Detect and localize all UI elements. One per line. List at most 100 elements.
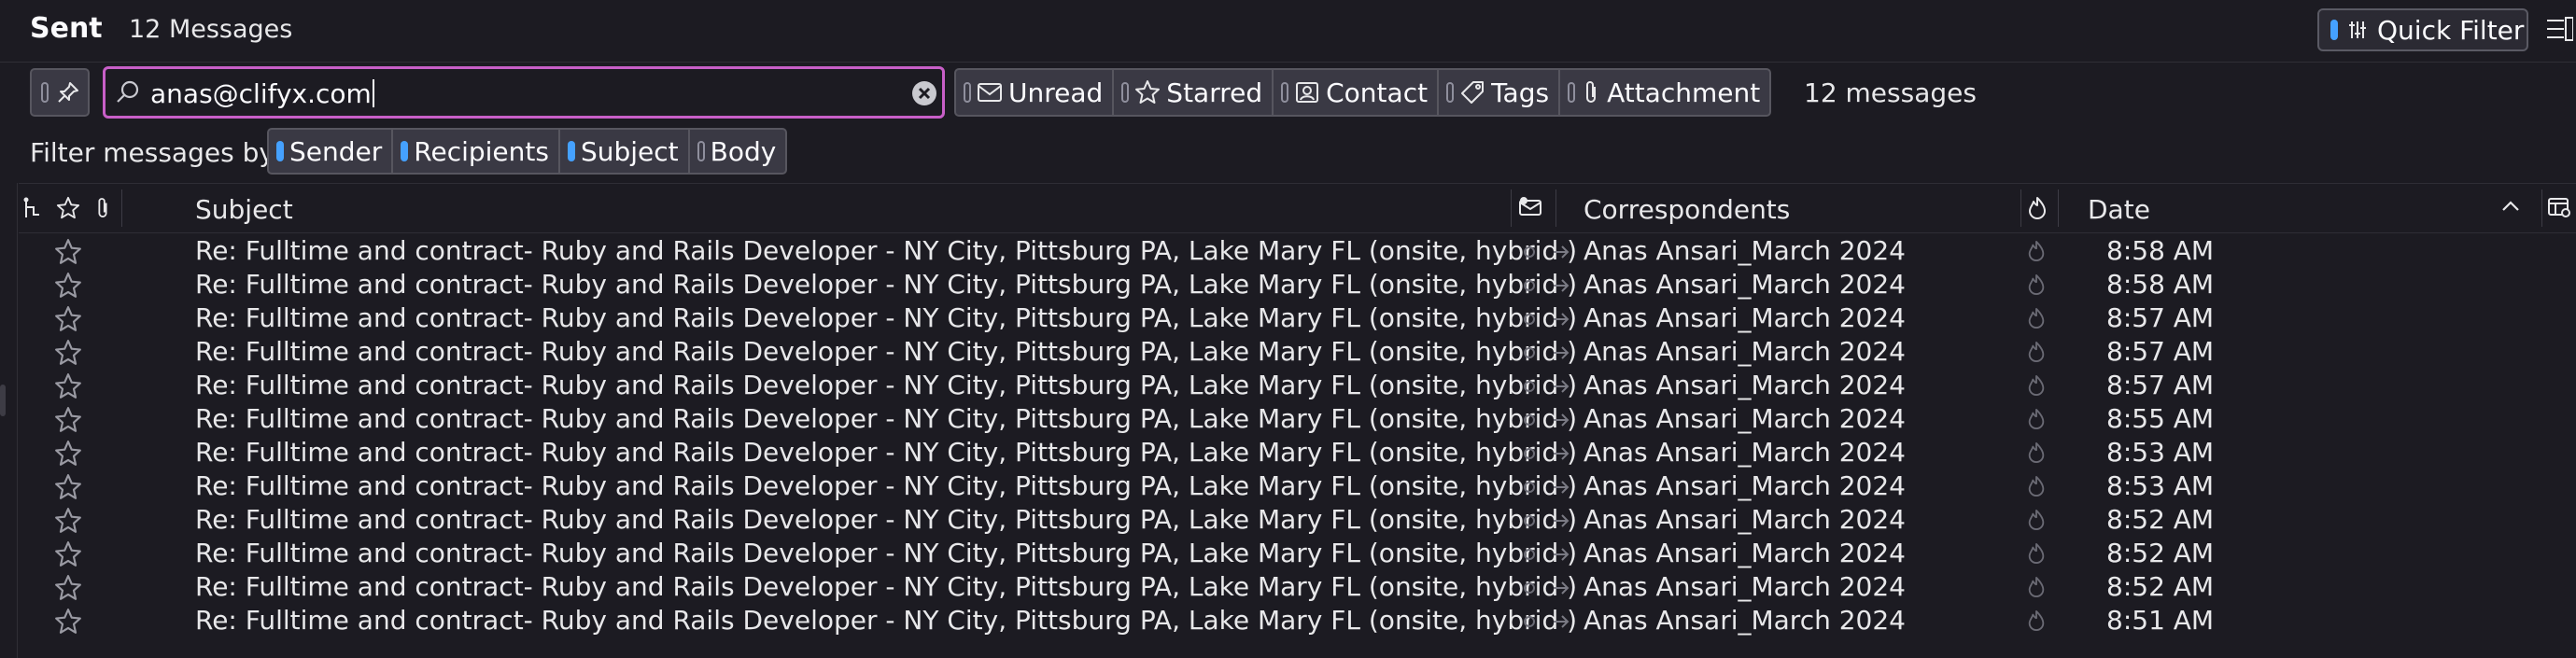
column-divider[interactable] xyxy=(2541,189,2542,227)
arrow-right-icon xyxy=(1550,543,1572,566)
junk-flame-icon[interactable] xyxy=(2026,441,2047,464)
read-status-dot-icon[interactable] xyxy=(1524,347,1535,358)
starred-filter-label: Starred xyxy=(1166,77,1263,108)
folder-name: Sent xyxy=(30,12,103,45)
star-icon[interactable] xyxy=(54,440,82,468)
unread-filter-button[interactable]: Unread xyxy=(954,68,1115,117)
pane-resize-handle[interactable] xyxy=(0,385,6,416)
message-correspondent: Anas Ansari_March 2024 xyxy=(1584,336,1906,367)
message-row[interactable]: Re: Fulltime and contract- Ruby and Rail… xyxy=(19,605,2576,638)
toggle-indicator xyxy=(401,141,409,161)
date-column-header[interactable]: Date xyxy=(2088,194,2150,225)
read-status-dot-icon[interactable] xyxy=(1524,414,1535,426)
message-date: 8:52 AM xyxy=(2106,571,2215,602)
junk-flame-icon[interactable] xyxy=(2026,542,2047,565)
message-count: 12 Messages xyxy=(129,15,293,44)
filter-by-label: Filter messages by: xyxy=(30,137,282,168)
star-column-icon[interactable] xyxy=(56,196,80,220)
attachment-filter-button[interactable]: Attachment xyxy=(1558,68,1772,117)
unread-column-icon[interactable] xyxy=(1518,196,1542,218)
paperclip-icon xyxy=(1581,79,1601,105)
search-input-value[interactable]: anas@clifyx.com xyxy=(150,78,374,109)
junk-flame-icon[interactable] xyxy=(2026,609,2047,632)
read-status-dot-icon[interactable] xyxy=(1524,280,1535,291)
column-divider[interactable] xyxy=(1511,189,1512,227)
message-row[interactable]: Re: Fulltime and contract- Ruby and Rail… xyxy=(19,235,2576,269)
star-icon[interactable] xyxy=(54,473,82,501)
junk-flame-icon[interactable] xyxy=(2026,509,2047,531)
filter-by-recipients-button[interactable]: Recipients xyxy=(391,128,560,175)
correspondents-column-header[interactable]: Correspondents xyxy=(1584,194,1790,225)
filter-by-subject-button[interactable]: Subject xyxy=(557,128,690,175)
junk-flame-icon[interactable] xyxy=(2026,374,2047,397)
contact-filter-button[interactable]: Contact xyxy=(1272,68,1440,117)
arrow-right-icon xyxy=(1550,510,1572,532)
read-status-dot-icon[interactable] xyxy=(1524,448,1535,459)
sticky-filter-button[interactable] xyxy=(30,68,90,117)
read-status-dot-icon[interactable] xyxy=(1524,314,1535,325)
message-row[interactable]: Re: Fulltime and contract- Ruby and Rail… xyxy=(19,336,2576,370)
read-status-dot-icon[interactable] xyxy=(1524,616,1535,627)
star-icon[interactable] xyxy=(54,574,82,602)
message-row[interactable]: Re: Fulltime and contract- Ruby and Rail… xyxy=(19,470,2576,504)
attachment-column-icon[interactable] xyxy=(93,196,112,220)
star-icon[interactable] xyxy=(54,608,82,636)
starred-filter-button[interactable]: Starred xyxy=(1112,68,1274,117)
message-subject: Re: Fulltime and contract- Ruby and Rail… xyxy=(195,403,1578,434)
star-icon[interactable] xyxy=(54,406,82,434)
junk-flame-icon[interactable] xyxy=(2026,273,2047,296)
star-icon[interactable] xyxy=(54,339,82,367)
folder-header: Sent 12 Messages Quick Filter xyxy=(0,0,2576,62)
column-divider[interactable] xyxy=(121,189,122,227)
quick-filter-button[interactable]: Quick Filter xyxy=(2317,8,2528,51)
column-divider[interactable] xyxy=(2058,189,2059,227)
message-row[interactable]: Re: Fulltime and contract- Ruby and Rail… xyxy=(19,504,2576,538)
read-status-dot-icon[interactable] xyxy=(1524,582,1535,594)
message-date: 8:51 AM xyxy=(2106,605,2215,636)
message-correspondent: Anas Ansari_March 2024 xyxy=(1584,605,1906,636)
star-icon[interactable] xyxy=(54,238,82,266)
star-icon[interactable] xyxy=(54,372,82,400)
filter-search-input[interactable]: anas@clifyx.com xyxy=(103,66,945,119)
filter-by-sender-button[interactable]: Sender xyxy=(267,128,394,175)
message-row[interactable]: Re: Fulltime and contract- Ruby and Rail… xyxy=(19,269,2576,302)
column-picker-icon[interactable] xyxy=(2547,196,2571,218)
message-subject: Re: Fulltime and contract- Ruby and Rail… xyxy=(195,571,1578,602)
junk-flame-icon[interactable] xyxy=(2026,475,2047,497)
subject-column-header[interactable]: Subject xyxy=(195,194,293,225)
message-row[interactable]: Re: Fulltime and contract- Ruby and Rail… xyxy=(19,370,2576,403)
star-icon[interactable] xyxy=(54,272,82,300)
read-status-dot-icon[interactable] xyxy=(1524,381,1535,392)
junk-column-icon[interactable] xyxy=(2026,196,2048,220)
message-correspondent: Anas Ansari_March 2024 xyxy=(1584,370,1906,400)
column-divider[interactable] xyxy=(2020,189,2021,227)
star-icon[interactable] xyxy=(54,507,82,535)
read-status-dot-icon[interactable] xyxy=(1524,246,1535,258)
column-divider[interactable] xyxy=(1555,189,1556,227)
tags-filter-button[interactable]: Tags xyxy=(1437,68,1561,117)
read-status-dot-icon[interactable] xyxy=(1524,515,1535,526)
junk-flame-icon[interactable] xyxy=(2026,240,2047,262)
message-row[interactable]: Re: Fulltime and contract- Ruby and Rail… xyxy=(19,302,2576,336)
star-icon[interactable] xyxy=(54,540,82,568)
message-correspondent: Anas Ansari_March 2024 xyxy=(1584,470,1906,501)
message-row[interactable]: Re: Fulltime and contract- Ruby and Rail… xyxy=(19,437,2576,470)
unread-filter-label: Unread xyxy=(1008,77,1104,108)
quick-filter-label: Quick Filter xyxy=(2377,14,2525,46)
read-status-dot-icon[interactable] xyxy=(1524,549,1535,560)
junk-flame-icon[interactable] xyxy=(2026,341,2047,363)
filter-by-body-button[interactable]: Body xyxy=(687,128,788,175)
message-row[interactable]: Re: Fulltime and contract- Ruby and Rail… xyxy=(19,571,2576,605)
junk-flame-icon[interactable] xyxy=(2026,408,2047,430)
chevron-up-icon[interactable] xyxy=(2500,199,2521,214)
read-status-dot-icon[interactable] xyxy=(1524,482,1535,493)
thread-column-icon[interactable] xyxy=(21,196,43,220)
message-row[interactable]: Re: Fulltime and contract- Ruby and Rail… xyxy=(19,538,2576,571)
message-list-display-options-icon[interactable] xyxy=(2545,15,2573,43)
clear-search-button[interactable] xyxy=(912,81,936,105)
junk-flame-icon[interactable] xyxy=(2026,576,2047,598)
star-icon[interactable] xyxy=(54,305,82,333)
junk-flame-icon[interactable] xyxy=(2026,307,2047,329)
pane-splitter[interactable] xyxy=(0,183,18,658)
message-row[interactable]: Re: Fulltime and contract- Ruby and Rail… xyxy=(19,403,2576,437)
